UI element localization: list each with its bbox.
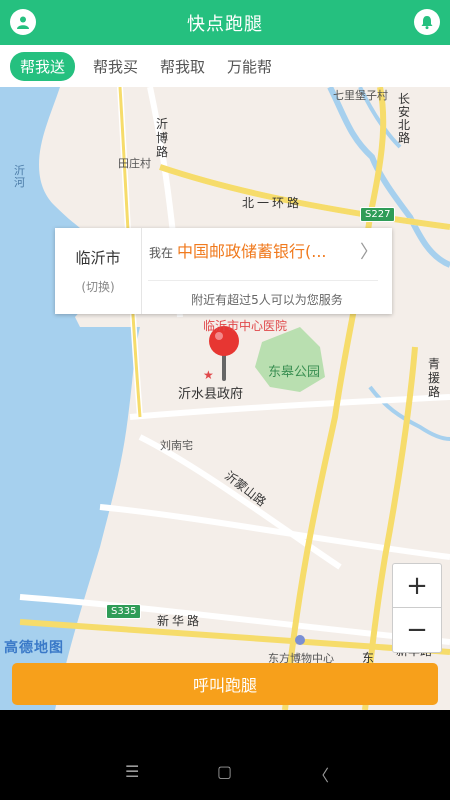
service-tabs: 帮我送 帮我买 帮我取 万能帮 [0,45,450,87]
zoom-out-button[interactable]: − [393,608,441,651]
map-provider-logo: 高德地图 [4,640,64,656]
app-header: 快点跑腿 [0,0,450,45]
user-icon [17,16,29,29]
profile-button[interactable] [10,9,36,35]
svg-text:★: ★ [203,368,214,382]
call-runner-button[interactable]: 呼叫跑腿 [12,663,438,705]
map-label-gov: 沂水县政府 [178,387,244,402]
tab-send[interactable]: 帮我送 [10,51,76,81]
zoom-in-button[interactable]: + [393,564,441,607]
system-navbar: ☰ ▢ 〈 [0,710,450,800]
tab-pickup[interactable]: 帮我取 [160,56,205,77]
city-selector[interactable]: 临沂市 (切换) [55,228,142,314]
city-name: 临沂市 [75,249,121,267]
map-label-qiqu: 七里堡子村 [333,89,388,102]
map-label-beiyi: 北一环路 [242,196,303,210]
bell-icon [421,16,433,30]
map-label-yihe: 沂河 [14,164,25,189]
home-icon[interactable]: ▢ [217,762,232,781]
route-shield-s227: S227 [360,207,396,222]
card-divider [148,280,378,281]
menu-icon[interactable]: ☰ [125,762,139,781]
map-label-tianzhuang: 田庄村 [118,157,151,170]
map-label-park: 东皋公园 [268,365,321,380]
current-location[interactable]: 我在 中国邮政储蓄银行(... 〉 附近有超过5人可以为您服务 [142,228,392,314]
back-icon[interactable]: 〈 [313,762,329,786]
nearby-runners-text: 附近有超过5人可以为您服务 [191,293,343,307]
zoom-control: + − [392,563,442,653]
location-card: 临沂市 (切换) 我在 中国邮政储蓄银行(... 〉 附近有超过5人可以为您服务 [55,228,392,314]
location-prefix: 我在 [149,246,174,260]
map-label-xinhua: 新华路 [157,614,203,628]
map-view[interactable]: ★ 七里堡子村 长安北路 沂博路 田庄村 沂河 北一环路 S227 临沂市中心医… [0,87,450,710]
tab-buy[interactable]: 帮我买 [93,56,138,77]
notification-button[interactable] [414,9,440,35]
route-shield-s335: S335 [106,604,142,619]
map-label-hospital: 临沂市中心医院 [203,319,288,333]
map-label-changan: 长安北路 [398,92,411,145]
location-row: 我在 中国邮政储蓄银行(... [149,238,389,262]
city-switch-link[interactable]: (切换) [81,278,114,295]
map-label-liunan: 刘南宅 [160,439,193,452]
map-label-qingyuan: 青援路 [428,357,441,399]
map-label-yibo: 沂博路 [156,117,169,159]
tab-anything[interactable]: 万能帮 [227,56,272,77]
call-button-area: 呼叫跑腿 [0,655,450,710]
location-name: 中国邮政储蓄银行(... [177,242,327,261]
page-title: 快点跑腿 [187,13,263,35]
chevron-right-icon: 〉 [360,242,378,263]
